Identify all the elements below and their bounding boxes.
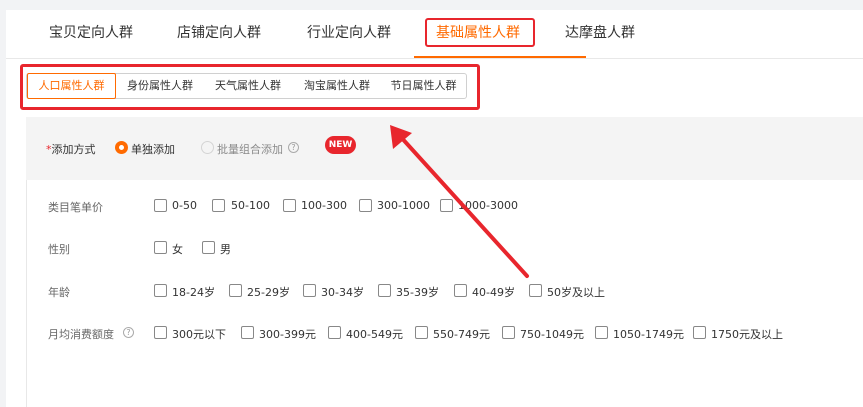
sub-tab-bar: 人口属性人群 身份属性人群 天气属性人群 淘宝属性人群 节日属性人群: [26, 73, 467, 99]
checkbox-label[interactable]: 30-34岁: [321, 284, 364, 300]
subtab-demographic[interactable]: 人口属性人群: [27, 73, 116, 99]
tab-item-targeting[interactable]: 宝贝定向人群: [49, 10, 133, 57]
checkbox-label[interactable]: 40-49岁: [472, 284, 515, 300]
new-badge: NEW: [325, 136, 356, 154]
radio-batch-add-label[interactable]: 批量组合添加: [217, 141, 283, 157]
checkbox-label[interactable]: 300元以下: [172, 326, 226, 342]
radio-batch-add[interactable]: [201, 141, 214, 154]
checkbox-label[interactable]: 100-300: [301, 199, 347, 212]
subtab-taobao[interactable]: 淘宝属性人群: [293, 74, 381, 98]
checkbox-age-18-24[interactable]: [154, 284, 167, 297]
attribute-form: 类目笔单价 0-50 50-100 100-300 300-1000 1000-…: [26, 180, 863, 407]
checkbox-label[interactable]: 18-24岁: [172, 284, 215, 300]
checkbox-price-1000-3000[interactable]: [440, 199, 453, 212]
checkbox-age-25-29[interactable]: [229, 284, 242, 297]
add-method-label: *添加方式: [46, 141, 96, 157]
gender-row-label: 性别: [48, 243, 70, 256]
checkbox-label[interactable]: 550-749元: [433, 326, 490, 342]
spend-row-label: 月均消费额度: [48, 328, 114, 341]
targeting-panel: 宝贝定向人群 店铺定向人群 行业定向人群 基础属性人群 达摩盘人群 人口属性人群…: [6, 10, 863, 407]
checkbox-spend-1750-plus[interactable]: [693, 326, 706, 339]
checkbox-spend-550-749[interactable]: [415, 326, 428, 339]
active-tab-underline: [414, 56, 586, 58]
annotation-highlight-tab: [425, 18, 535, 47]
top-tab-bar: 宝贝定向人群 店铺定向人群 行业定向人群 基础属性人群 达摩盘人群: [6, 10, 863, 59]
checkbox-price-50-100[interactable]: [212, 199, 225, 212]
add-method-label-text: 添加方式: [51, 143, 96, 156]
checkbox-label[interactable]: 400-549元: [346, 326, 403, 342]
checkbox-age-50-plus[interactable]: [529, 284, 542, 297]
checkbox-label[interactable]: 50-100: [231, 199, 270, 212]
add-method-section: *添加方式 单独添加 批量组合添加 ? NEW: [26, 117, 863, 180]
checkbox-label[interactable]: 1750元及以上: [711, 326, 783, 342]
price-row-label: 类目笔单价: [48, 201, 103, 214]
tab-industry-targeting[interactable]: 行业定向人群: [307, 10, 391, 57]
checkbox-label[interactable]: 25-29岁: [247, 284, 290, 300]
subtab-identity[interactable]: 身份属性人群: [117, 74, 203, 98]
radio-single-add-label[interactable]: 单独添加: [131, 141, 175, 157]
checkbox-spend-750-1049[interactable]: [502, 326, 515, 339]
checkbox-label[interactable]: 300-1000: [377, 199, 430, 212]
checkbox-price-300-1000[interactable]: [359, 199, 372, 212]
checkbox-price-0-50[interactable]: [154, 199, 167, 212]
checkbox-label[interactable]: 1000-3000: [458, 199, 518, 212]
checkbox-label[interactable]: 50岁及以上: [547, 284, 605, 300]
checkbox-age-30-34[interactable]: [303, 284, 316, 297]
subtab-holiday[interactable]: 节日属性人群: [381, 74, 466, 98]
checkbox-label[interactable]: 300-399元: [259, 326, 316, 342]
checkbox-age-35-39[interactable]: [378, 284, 391, 297]
checkbox-spend-under-300[interactable]: [154, 326, 167, 339]
help-icon[interactable]: ?: [123, 327, 134, 338]
checkbox-label[interactable]: 女: [172, 241, 183, 257]
checkbox-gender-female[interactable]: [154, 241, 167, 254]
checkbox-spend-1050-1749[interactable]: [595, 326, 608, 339]
checkbox-label[interactable]: 1050-1749元: [613, 326, 684, 342]
checkbox-gender-male[interactable]: [202, 241, 215, 254]
tab-damopan[interactable]: 达摩盘人群: [565, 10, 635, 57]
subtab-weather[interactable]: 天气属性人群: [205, 74, 291, 98]
checkbox-price-100-300[interactable]: [283, 199, 296, 212]
checkbox-age-40-49[interactable]: [454, 284, 467, 297]
checkbox-label[interactable]: 男: [220, 241, 231, 257]
tab-store-targeting[interactable]: 店铺定向人群: [177, 10, 261, 57]
checkbox-spend-300-399[interactable]: [241, 326, 254, 339]
age-row-label: 年龄: [48, 286, 70, 299]
checkbox-label[interactable]: 750-1049元: [520, 326, 584, 342]
radio-single-add[interactable]: [115, 141, 128, 154]
checkbox-label[interactable]: 35-39岁: [396, 284, 439, 300]
checkbox-label[interactable]: 0-50: [172, 199, 197, 212]
checkbox-spend-400-549[interactable]: [328, 326, 341, 339]
help-icon[interactable]: ?: [288, 142, 299, 153]
